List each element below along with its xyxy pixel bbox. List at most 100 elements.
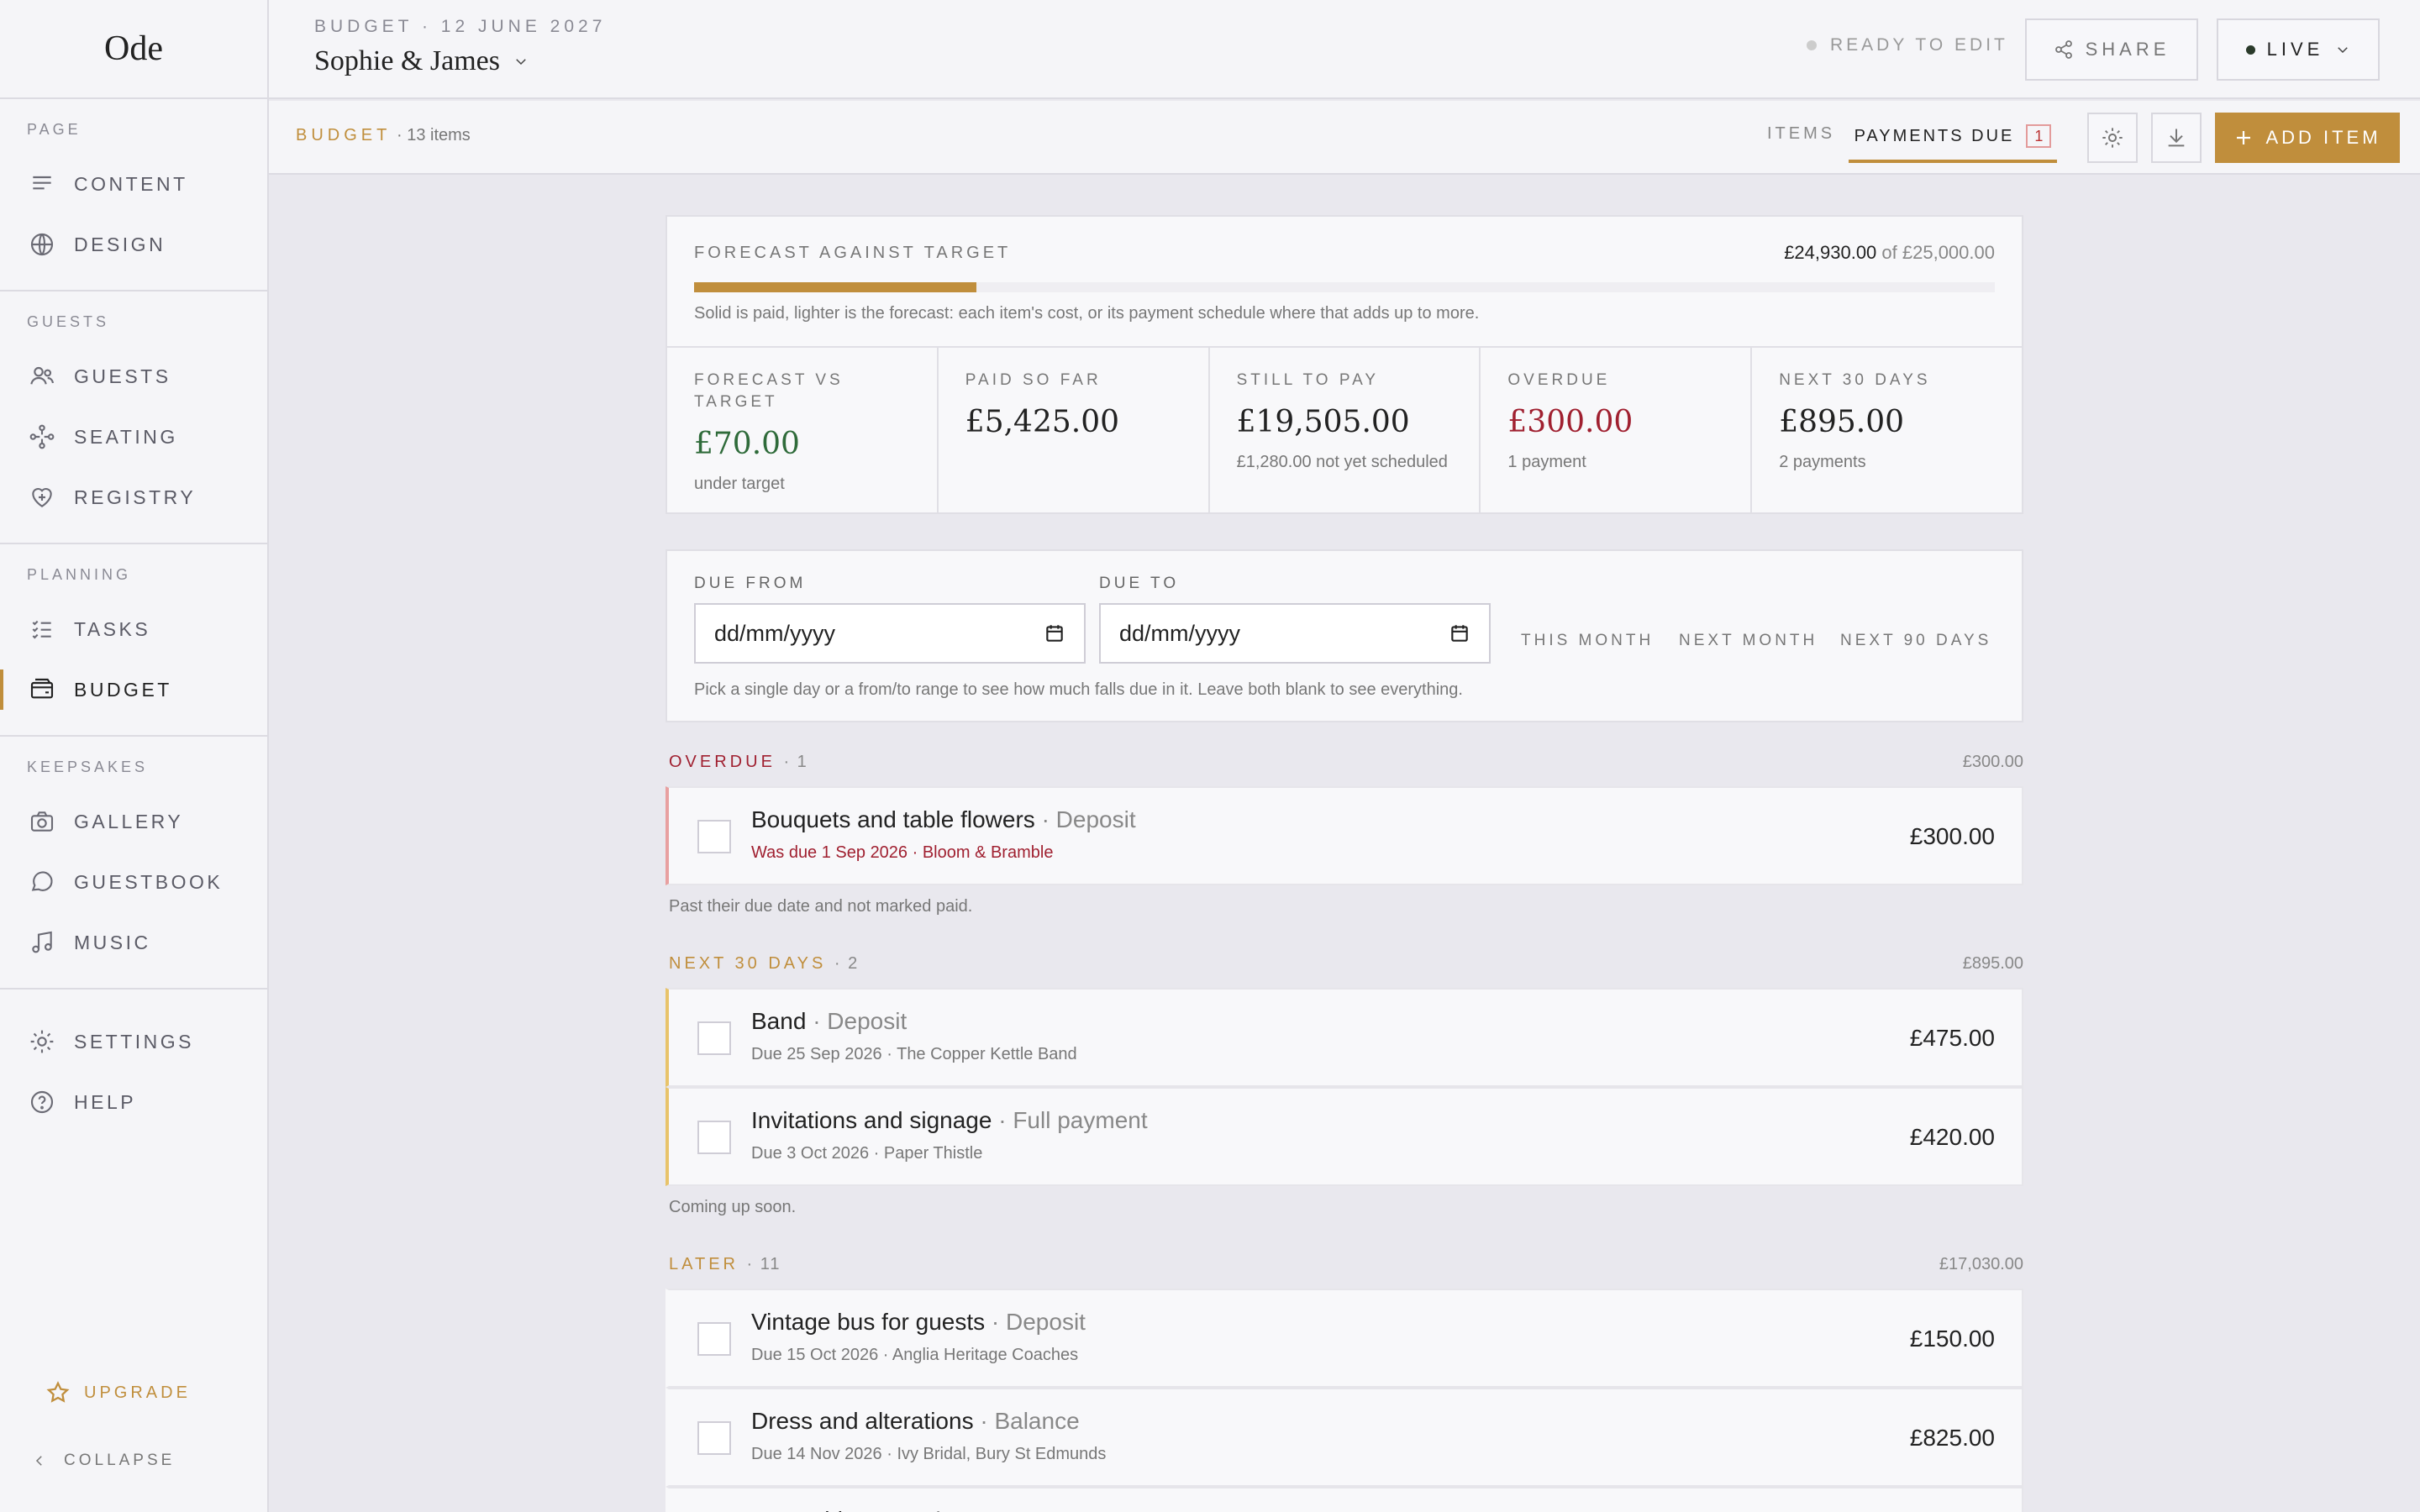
nodes-icon bbox=[29, 424, 55, 449]
payment-amount: £150.00 bbox=[1909, 1326, 1995, 1352]
sidebar-item-tasks[interactable]: Tasks bbox=[0, 599, 267, 659]
sidebar-item-label: Guestbook bbox=[74, 870, 224, 893]
wallet-icon bbox=[30, 678, 54, 699]
budget-toolbar: Budget · 13 items Items Payments due 1 A… bbox=[269, 101, 2420, 175]
payment-kind: · Deposit bbox=[1041, 806, 1136, 832]
group-count: · 1 bbox=[783, 753, 808, 771]
payment-meta: Due 14 Nov 2026 · Ivy Bridal, Bury St Ed… bbox=[751, 1445, 1107, 1463]
site-switcher[interactable]: Sophie & James bbox=[314, 45, 529, 77]
gear-icon bbox=[30, 1030, 54, 1053]
payment-row[interactable]: Band · Deposit Due 25 Sep 2026 · The Copp… bbox=[666, 988, 2023, 1087]
chevron-left-icon bbox=[35, 1456, 42, 1466]
group-name: Next 30 days bbox=[669, 954, 827, 973]
sidebar-item-gallery[interactable]: Gallery bbox=[0, 791, 267, 852]
payment-row[interactable]: Dress and alterations · Balance Due 14 No… bbox=[666, 1388, 2023, 1487]
payment-title: Venue hire · Instalment bbox=[751, 1507, 993, 1512]
due-from-label: Due from bbox=[694, 575, 807, 592]
sidebar-item-label: Music bbox=[74, 931, 151, 953]
stat-sub: under target bbox=[694, 475, 785, 493]
payment-title: Bouquets and table flowers · Deposit bbox=[751, 806, 1136, 833]
payment-item: Invitations and signage bbox=[751, 1107, 992, 1133]
section-title: Budget bbox=[296, 126, 392, 144]
stat-sub: £1,280.00 not yet scheduled bbox=[1236, 453, 1448, 471]
sidebar-item-label: Tasks bbox=[74, 617, 151, 640]
group-total: £895.00 bbox=[1962, 954, 2023, 973]
budget-settings-button[interactable] bbox=[2087, 113, 2138, 163]
upgrade-button[interactable]: Upgrade bbox=[45, 1380, 191, 1405]
share-button[interactable]: Share bbox=[2025, 18, 2198, 81]
sidebar-item-help[interactable]: Help bbox=[0, 1072, 267, 1132]
payment-title: Vintage bus for guests · Deposit bbox=[751, 1309, 1086, 1336]
mark-paid-checkbox[interactable] bbox=[697, 1121, 731, 1154]
forecast-total: £24,930.00 of £25,000.00 bbox=[1784, 242, 1995, 264]
payment-row[interactable]: Venue hire · Instalment bbox=[666, 1487, 2023, 1512]
sidebar-item-budget[interactable]: Budget bbox=[0, 659, 267, 720]
due-to-input[interactable]: dd/mm/yyyy bbox=[1099, 603, 1491, 664]
forecast-title: Forecast against target bbox=[694, 244, 1012, 262]
chevron-down-icon bbox=[516, 59, 526, 66]
payment-kind: · Instalment bbox=[871, 1507, 993, 1512]
tab-payments-due[interactable]: Payments due 1 bbox=[1849, 113, 2057, 163]
payment-item: Band bbox=[751, 1008, 807, 1034]
sidebar-item-design[interactable]: Design bbox=[0, 214, 267, 275]
share-icon bbox=[2054, 40, 2072, 59]
stat-value: £70.00 bbox=[694, 427, 800, 461]
download-button[interactable] bbox=[2151, 113, 2202, 163]
calendar-icon bbox=[1046, 625, 1063, 642]
download-icon bbox=[2168, 129, 2185, 147]
live-label: Live bbox=[2266, 39, 2324, 60]
payment-meta: Due 3 Oct 2026 · Paper Thistle bbox=[751, 1144, 983, 1163]
sidebar-item-registry[interactable]: Registry bbox=[0, 467, 267, 528]
payment-row[interactable]: Vintage bus for guests · Deposit Due 15 O… bbox=[666, 1289, 2023, 1388]
sun-gear-icon bbox=[2102, 128, 2123, 148]
sidebar-item-guestbook[interactable]: Guestbook bbox=[0, 852, 267, 912]
sidebar-item-label: Design bbox=[74, 233, 166, 255]
collapse-label: Collapse bbox=[64, 1452, 176, 1469]
mark-paid-checkbox[interactable] bbox=[697, 1322, 731, 1356]
nav-section: Page Content Design bbox=[0, 99, 267, 291]
payment-item: Dress and alterations bbox=[751, 1408, 974, 1434]
payment-item: Venue hire bbox=[751, 1507, 864, 1512]
live-status-dropdown[interactable]: Live bbox=[2217, 18, 2380, 81]
quick-next-90-days[interactable]: Next 90 days bbox=[1840, 632, 1991, 650]
sidebar-item-settings[interactable]: Settings bbox=[0, 1011, 267, 1072]
due-from-placeholder: dd/mm/yyyy bbox=[714, 620, 836, 646]
payment-amount: £420.00 bbox=[1909, 1124, 1995, 1150]
group-note: Coming up soon. bbox=[669, 1198, 797, 1216]
app-logo[interactable]: Ode bbox=[0, 0, 267, 99]
sidebar-item-label: Guests bbox=[74, 365, 171, 387]
payment-meta: Was due 1 Sep 2026 · Bloom & Bramble bbox=[751, 843, 1054, 862]
sidebar-item-music[interactable]: Music bbox=[0, 912, 267, 973]
forecast-target: of £25,000.00 bbox=[1881, 242, 1995, 263]
group-note: Past their due date and not marked paid. bbox=[669, 897, 973, 916]
quick-this-month[interactable]: This month bbox=[1521, 632, 1654, 650]
nav-section: Planning Tasks Budget bbox=[0, 544, 267, 737]
add-item-button[interactable]: Add item bbox=[2215, 113, 2400, 163]
nav-heading: Planning bbox=[27, 566, 132, 583]
quick-next-month[interactable]: Next month bbox=[1679, 632, 1818, 650]
payment-title: Dress and alterations · Balance bbox=[751, 1408, 1080, 1435]
nav-section: Guests Guests Seating Registry bbox=[0, 291, 267, 544]
globe-icon bbox=[30, 233, 54, 256]
sidebar-item-guests[interactable]: Guests bbox=[0, 346, 267, 407]
sidebar-item-content[interactable]: Content bbox=[0, 154, 267, 214]
sidebar-item-seating[interactable]: Seating bbox=[0, 407, 267, 467]
mark-paid-checkbox[interactable] bbox=[697, 1421, 731, 1455]
sidebar-item-label: Gallery bbox=[74, 810, 184, 832]
group-total: £300.00 bbox=[1962, 753, 2023, 771]
sidebar-item-label: Settings bbox=[74, 1030, 195, 1053]
payment-row[interactable]: Invitations and signage · Full payment Du… bbox=[666, 1087, 2023, 1186]
music-icon bbox=[32, 931, 52, 953]
mark-paid-checkbox[interactable] bbox=[697, 1021, 731, 1055]
due-from-input[interactable]: dd/mm/yyyy bbox=[694, 603, 1086, 664]
collapse-button[interactable]: Collapse bbox=[32, 1452, 175, 1470]
stat-label: Next 30 days bbox=[1779, 371, 1931, 389]
sidebar-nav: Page Content Design Guests Guests Seating Regi… bbox=[0, 99, 267, 1147]
tab-items[interactable]: Items bbox=[1767, 124, 1835, 144]
group-name: Later bbox=[669, 1255, 739, 1273]
forecast-paid-fill bbox=[694, 282, 976, 292]
mark-paid-checkbox[interactable] bbox=[697, 820, 731, 853]
filter-help-text: Pick a single day or a from/to range to … bbox=[694, 680, 1463, 699]
payment-row[interactable]: Bouquets and table flowers · Deposit Was … bbox=[666, 786, 2023, 885]
group-count: · 11 bbox=[746, 1255, 781, 1273]
